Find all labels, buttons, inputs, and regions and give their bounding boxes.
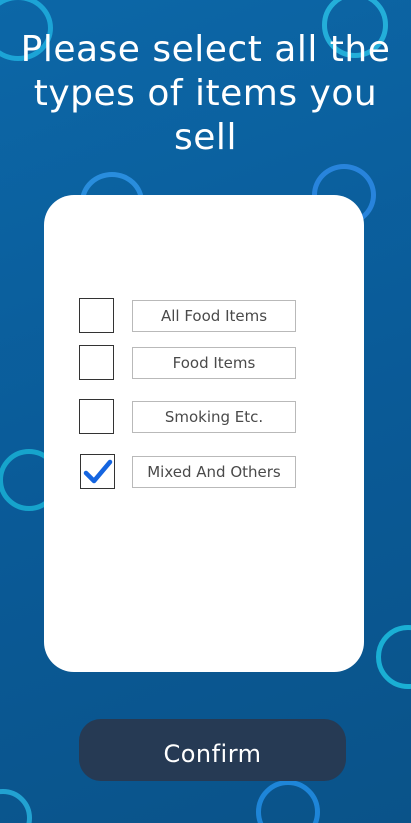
option-row-all-food-items[interactable]: All Food Items bbox=[79, 298, 296, 334]
confirm-button[interactable]: Confirm bbox=[79, 719, 346, 781]
checkbox-all-food-items[interactable] bbox=[79, 298, 114, 333]
checkbox-mixed-and-others[interactable] bbox=[80, 454, 115, 489]
decorative-ring bbox=[256, 780, 320, 823]
option-label-food-items[interactable]: Food Items bbox=[132, 347, 296, 379]
page-title: Please select all the types of items you… bbox=[20, 29, 391, 158]
option-label-smoking[interactable]: Smoking Etc. bbox=[132, 401, 296, 433]
decorative-ring bbox=[376, 625, 411, 689]
checkmark-icon bbox=[83, 459, 112, 483]
option-row-smoking[interactable]: Smoking Etc. bbox=[79, 399, 296, 435]
option-label-all-food-items[interactable]: All Food Items bbox=[132, 300, 296, 332]
checkbox-smoking[interactable] bbox=[79, 399, 114, 434]
options-card: All Food Items Food Items Smoking Etc. M… bbox=[44, 195, 364, 672]
option-row-food-items[interactable]: Food Items bbox=[79, 345, 296, 381]
option-row-mixed-and-others[interactable]: Mixed And Others bbox=[80, 454, 297, 490]
option-label-mixed-and-others[interactable]: Mixed And Others bbox=[132, 456, 296, 488]
item-type-selection-screen: Please select all the types of items you… bbox=[0, 0, 411, 823]
checkbox-food-items[interactable] bbox=[79, 345, 114, 380]
decorative-ring bbox=[0, 789, 32, 823]
